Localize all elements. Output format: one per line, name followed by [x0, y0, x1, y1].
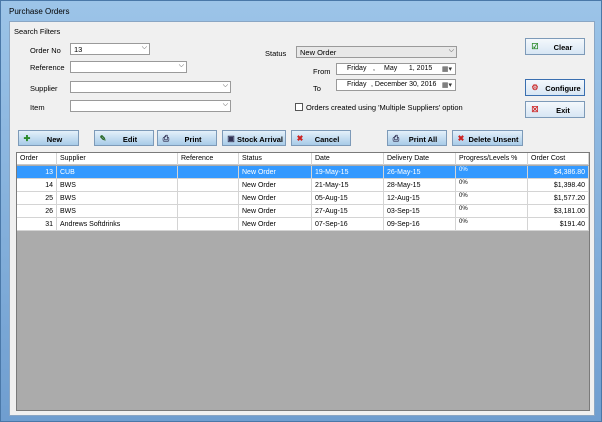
- chevron-down-icon: ⌵: [141, 44, 147, 51]
- column-header-supplier[interactable]: Supplier: [57, 153, 178, 165]
- table-row[interactable]: 31 Andrews Softdrinks New Order 07-Sep-1…: [17, 218, 589, 231]
- column-header-status[interactable]: Status: [239, 153, 312, 165]
- cancel-icon: ✖: [296, 134, 304, 143]
- chevron-down-icon: ⌵: [222, 101, 228, 108]
- plus-icon: ✚: [23, 134, 31, 143]
- chevron-down-icon: ⌵: [448, 47, 454, 54]
- from-date-picker[interactable]: Friday , May 1, 2015 ▦▾: [336, 63, 456, 75]
- from-label: From: [313, 67, 331, 76]
- column-header-date[interactable]: Date: [312, 153, 384, 165]
- client-area: Search Filters Order No 13 ⌵ Reference ⌵…: [9, 21, 595, 416]
- print-button[interactable]: ⎙ Print: [157, 130, 217, 146]
- to-label: To: [313, 84, 321, 93]
- item-combo[interactable]: ⌵: [70, 100, 231, 112]
- chevron-down-icon: ⌵: [178, 62, 184, 69]
- close-icon: ☒: [531, 105, 539, 114]
- configure-icon: ⚙: [531, 83, 539, 92]
- status-value: New Order: [300, 48, 337, 57]
- search-filters-label: Search Filters: [14, 27, 61, 36]
- edit-button[interactable]: ✎ Edit: [94, 130, 154, 146]
- from-separator: ,: [373, 65, 375, 72]
- new-button[interactable]: ✚ New: [18, 130, 79, 146]
- chevron-down-icon: ⌵: [222, 82, 228, 89]
- reference-combo[interactable]: ⌵: [70, 61, 187, 73]
- column-header-progress[interactable]: Progress/Levels %: [456, 153, 528, 165]
- to-date: , December 30, 2016: [371, 81, 437, 88]
- from-date: May 1, 2015: [384, 65, 433, 72]
- supplier-label: Supplier: [30, 84, 58, 93]
- cancel-button[interactable]: ✖ Cancel: [291, 130, 351, 146]
- order-no-label: Order No: [30, 46, 61, 55]
- order-no-value: 13: [74, 45, 83, 54]
- clear-icon: ☑: [531, 42, 539, 51]
- delete-unsent-button[interactable]: ✖ Delete Unsent: [452, 130, 523, 146]
- column-header-order-cost[interactable]: Order Cost: [528, 153, 589, 165]
- print-all-button[interactable]: ⎙ Print All: [387, 130, 447, 146]
- purchase-orders-window: Purchase Orders Search Filters Order No …: [0, 0, 602, 422]
- multi-supplier-checkbox[interactable]: [295, 103, 303, 111]
- column-header-delivery-date[interactable]: Delivery Date: [384, 153, 456, 165]
- item-label: Item: [30, 103, 45, 112]
- calendar-dropdown-icon[interactable]: ▦▾: [440, 65, 454, 74]
- column-header-order[interactable]: Order: [17, 153, 57, 165]
- clear-button[interactable]: ☑ Clear: [525, 38, 585, 55]
- column-header-reference[interactable]: Reference: [178, 153, 239, 165]
- window-title: Purchase Orders: [9, 7, 70, 16]
- reference-label: Reference: [30, 63, 65, 72]
- table-row[interactable]: 14 BWS New Order 21-May-15 28-May-15 0% …: [17, 179, 589, 192]
- edit-icon: ✎: [99, 134, 107, 143]
- table-row[interactable]: 26 BWS New Order 27-Aug-15 03-Sep-15 0% …: [17, 205, 589, 218]
- to-date-picker[interactable]: Friday , December 30, 2016 ▦▾: [336, 79, 456, 91]
- configure-button[interactable]: ⚙ Configure: [525, 79, 585, 96]
- title-bar[interactable]: Purchase Orders: [1, 1, 601, 21]
- printer-icon: ⎙: [162, 134, 170, 143]
- stock-arrival-button[interactable]: ▣ Stock Arrival: [222, 130, 286, 146]
- to-day: Friday: [347, 81, 367, 88]
- supplier-combo[interactable]: ⌵: [70, 81, 231, 93]
- multi-supplier-label: Orders created using 'Multiple Suppliers…: [306, 103, 463, 112]
- exit-button[interactable]: ☒ Exit: [525, 101, 585, 118]
- printer-icon: ⎙: [392, 134, 400, 143]
- status-label: Status: [265, 49, 287, 58]
- table-row[interactable]: 25 BWS New Order 05-Aug-15 12-Aug-15 0% …: [17, 192, 589, 205]
- grid-header: Order Supplier Reference Status Date Del…: [17, 153, 589, 165]
- calendar-dropdown-icon[interactable]: ▦▾: [440, 81, 454, 90]
- table-row[interactable]: 13 CUB New Order 19-May-15 26-May-15 0% …: [17, 166, 589, 179]
- order-no-combo[interactable]: 13 ⌵: [70, 43, 150, 55]
- status-combo[interactable]: New Order ⌵: [296, 46, 457, 58]
- delete-icon: ✖: [457, 134, 465, 143]
- from-day: Friday: [347, 65, 367, 72]
- orders-grid[interactable]: Order Supplier Reference Status Date Del…: [16, 152, 590, 411]
- stock-arrival-icon: ▣: [227, 134, 235, 143]
